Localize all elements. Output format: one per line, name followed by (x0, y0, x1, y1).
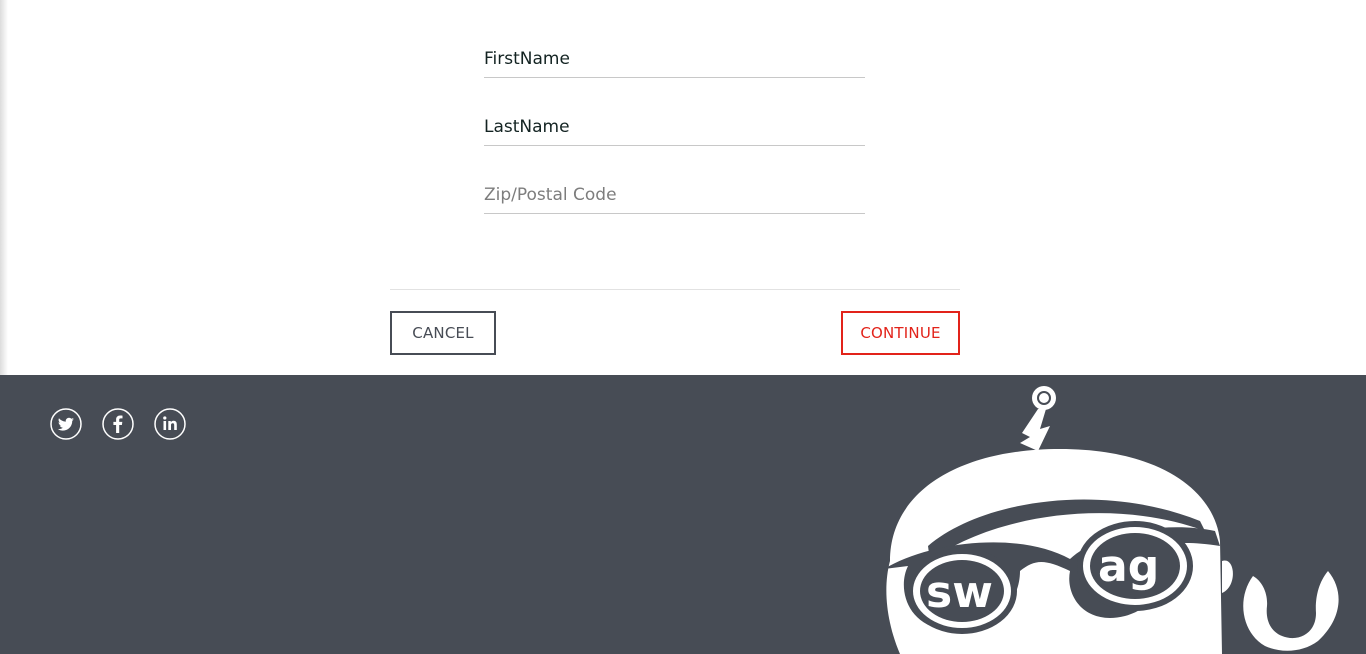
last-name-field-wrapper (484, 109, 865, 146)
twitter-link[interactable] (50, 408, 82, 440)
twitter-icon (50, 408, 82, 440)
mascot-ag-text: ag (1098, 541, 1159, 592)
left-edge-shadow (0, 0, 8, 375)
facebook-link[interactable] (102, 408, 134, 440)
linkedin-link[interactable] (154, 408, 186, 440)
postal-code-field-wrapper (484, 177, 865, 214)
postal-code-input[interactable] (484, 177, 865, 213)
first-name-input[interactable] (484, 41, 865, 77)
first-name-field-wrapper (484, 41, 865, 78)
last-name-input[interactable] (484, 109, 865, 145)
swag-robot-mascot: sw ag (884, 386, 1339, 654)
footer: sw ag (0, 375, 1366, 654)
linkedin-icon (154, 408, 186, 440)
actions-divider (390, 289, 960, 290)
facebook-icon (102, 408, 134, 440)
continue-button[interactable]: CONTINUE (841, 311, 960, 355)
mascot-sw-text: sw (926, 567, 993, 618)
cancel-button[interactable]: CANCEL (390, 311, 496, 355)
checkout-page: CANCEL CONTINUE (0, 0, 1366, 654)
